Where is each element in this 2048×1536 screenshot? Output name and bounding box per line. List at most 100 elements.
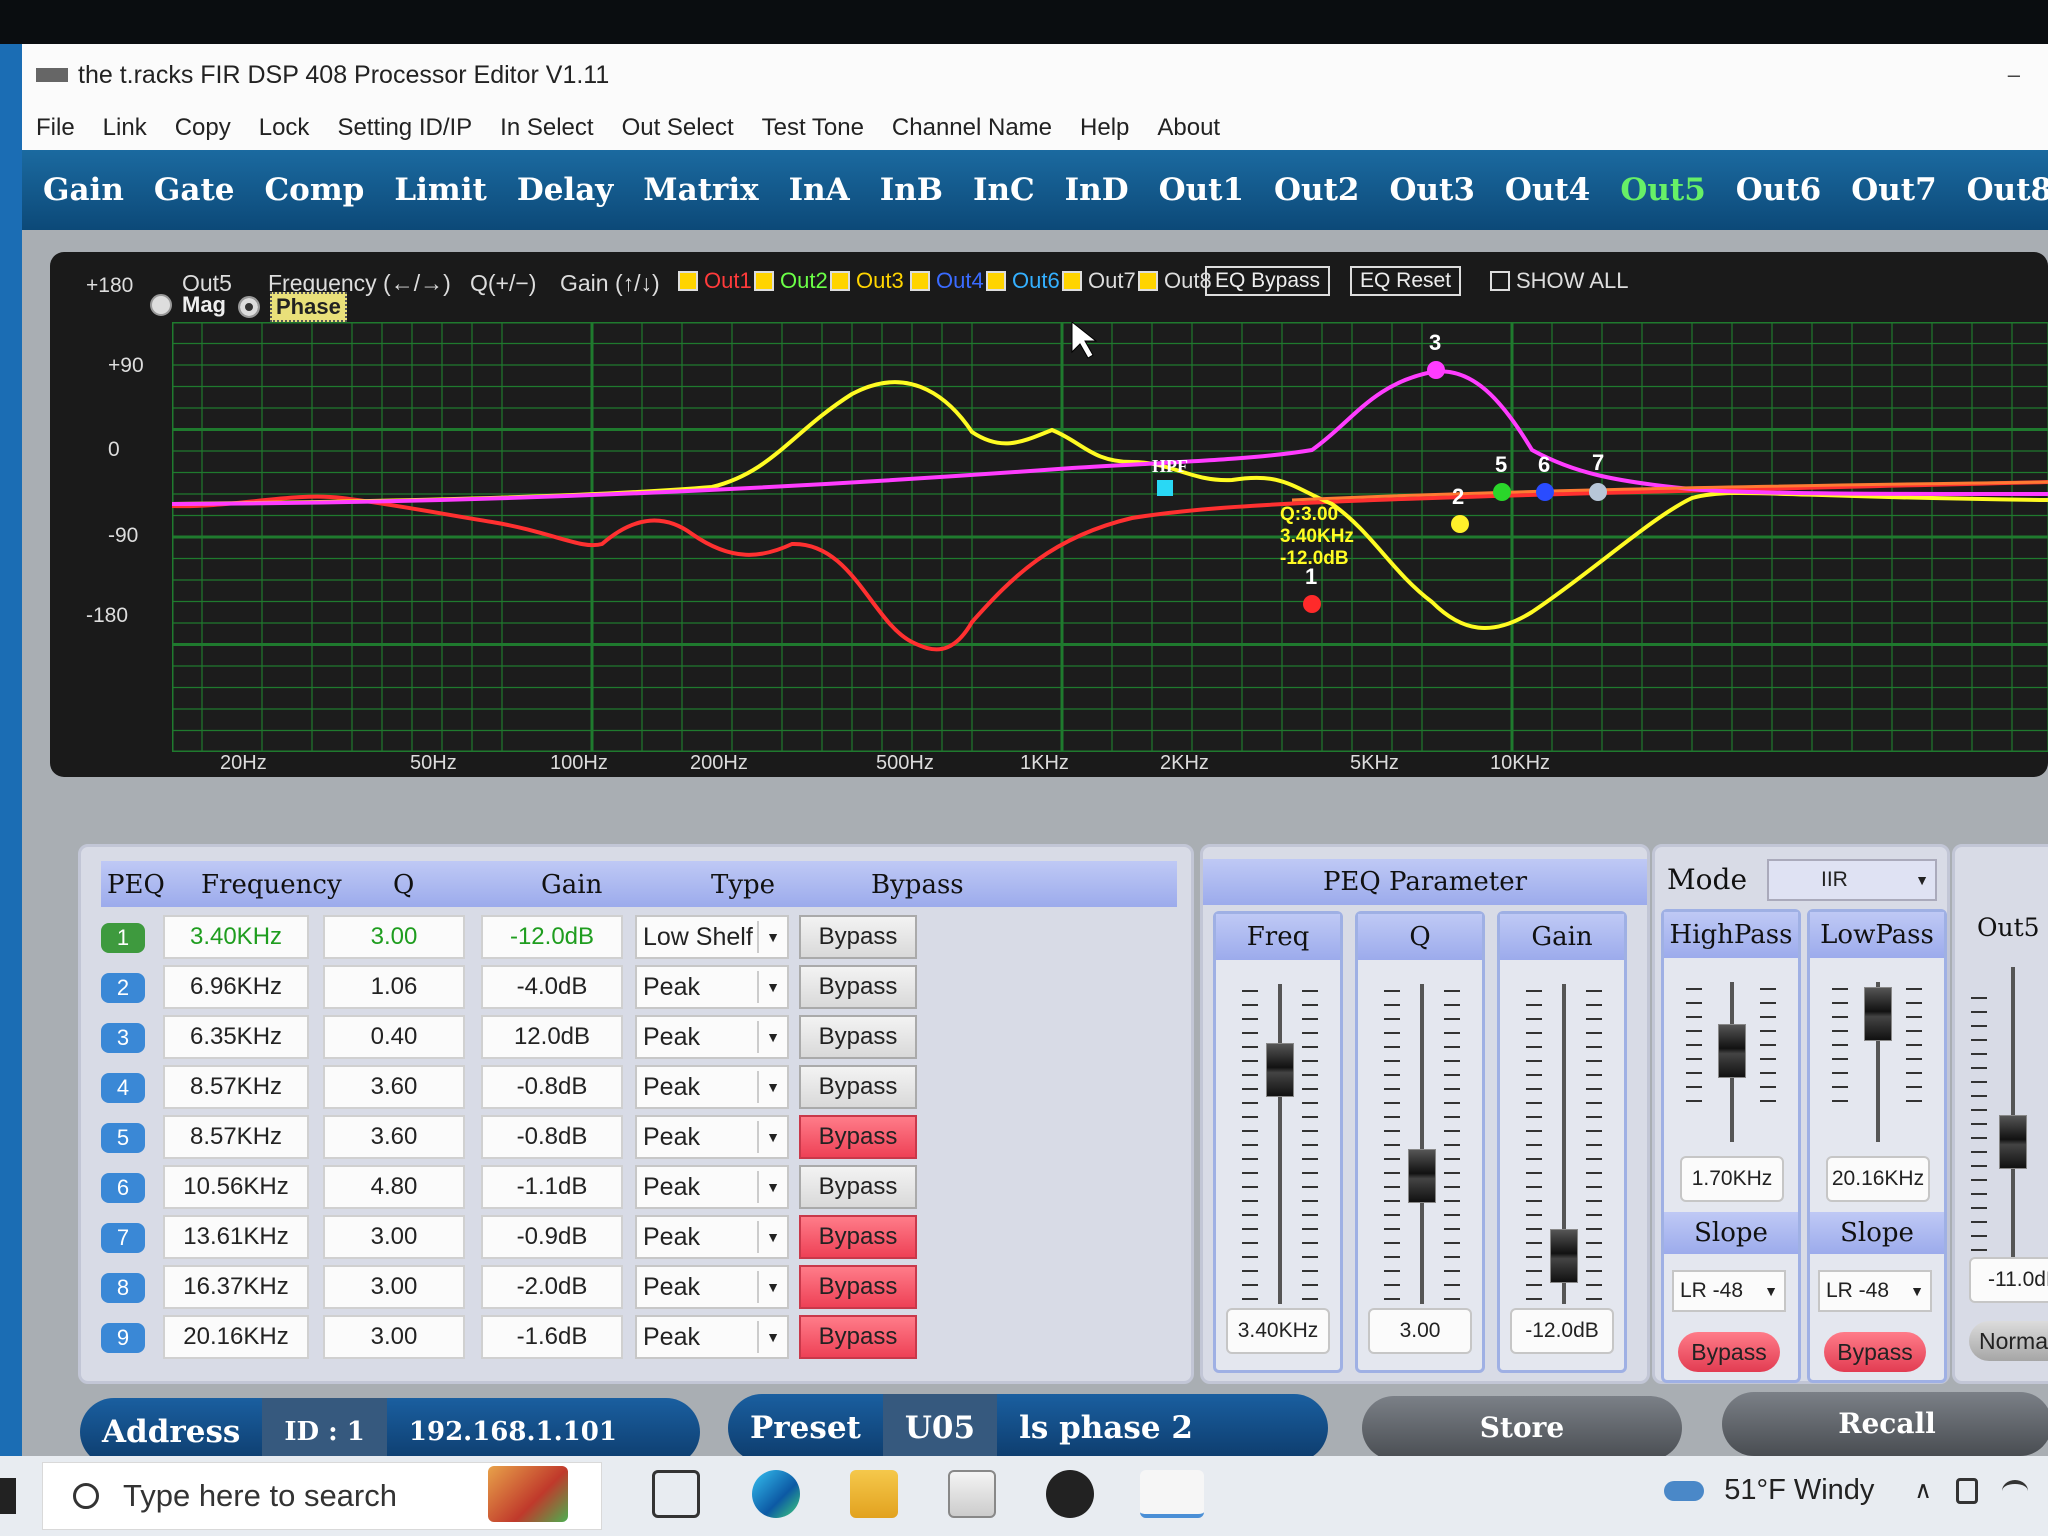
peq-band-number[interactable]: 7	[101, 1223, 145, 1253]
peq-band-number[interactable]: 9	[101, 1323, 145, 1353]
peq-q-field[interactable]: 1.06	[323, 965, 465, 1009]
eq-bypass-button[interactable]: EQ Bypass	[1205, 266, 1331, 296]
peq-q-field[interactable]: 3.60	[323, 1115, 465, 1159]
eq-graph[interactable]: Out5 Frequency (←/→) Q(+/−) Gain (↑/↓) O…	[50, 252, 2048, 777]
peq-row[interactable]: 8 16.37KHz 3.00 -2.0dB Peak ▼ Bypass	[101, 1265, 1191, 1311]
gain-value[interactable]: -12.0dB	[1510, 1308, 1614, 1354]
file-explorer-icon[interactable]	[850, 1470, 898, 1518]
peq-row[interactable]: 7 13.61KHz 3.00 -0.9dB Peak ▼ Bypass	[101, 1215, 1191, 1261]
gain-fader-knob[interactable]	[1550, 1228, 1578, 1283]
peq-frequency-field[interactable]: 16.37KHz	[163, 1265, 309, 1309]
hpf-marker-icon[interactable]	[1157, 480, 1173, 496]
peq-bypass-button[interactable]: Bypass	[799, 1265, 917, 1309]
tab-out1[interactable]: Out1	[1144, 172, 1259, 208]
menu-item-10[interactable]: About	[1157, 114, 1220, 142]
tab-out6[interactable]: Out6	[1721, 172, 1836, 208]
peq-band-number[interactable]: 5	[101, 1123, 145, 1153]
q-value[interactable]: 3.00	[1368, 1308, 1472, 1354]
hp-bypass-button[interactable]: Bypass	[1678, 1332, 1780, 1372]
recall-button[interactable]: Recall	[1722, 1392, 2048, 1456]
store-button[interactable]: Store	[1362, 1396, 1682, 1460]
tab-out7[interactable]: Out7	[1836, 172, 1951, 208]
channel-checkbox-out2[interactable]: Out2	[754, 268, 828, 294]
app-icon-dark[interactable]	[1046, 1470, 1094, 1518]
peq-row[interactable]: 4 8.57KHz 3.60 -0.8dB Peak ▼ Bypass	[101, 1065, 1191, 1111]
peq-frequency-field[interactable]: 8.57KHz	[163, 1065, 309, 1109]
peq-bypass-button[interactable]: Bypass	[799, 915, 917, 959]
peq-q-field[interactable]: 3.00	[323, 1265, 465, 1309]
menu-item-5[interactable]: In Select	[500, 114, 593, 142]
freq-fader-knob[interactable]	[1266, 1042, 1294, 1097]
peq-frequency-field[interactable]: 10.56KHz	[163, 1165, 309, 1209]
tab-matrix[interactable]: Matrix	[628, 172, 773, 208]
menu-item-0[interactable]: File	[36, 114, 75, 142]
menu-item-1[interactable]: Link	[103, 114, 147, 142]
peq-q-field[interactable]: 3.00	[323, 1315, 465, 1359]
peq-gain-field[interactable]: -1.6dB	[481, 1315, 623, 1359]
peq-gain-field[interactable]: -0.8dB	[481, 1065, 623, 1109]
peq-q-field[interactable]: 3.60	[323, 1065, 465, 1109]
peq-bypass-button[interactable]: Bypass	[799, 1215, 917, 1259]
tab-limit[interactable]: Limit	[379, 172, 501, 208]
task-view-icon[interactable]	[652, 1470, 700, 1518]
tab-gain[interactable]: Gain	[28, 172, 139, 208]
edge-browser-icon[interactable]	[752, 1470, 800, 1518]
peq-q-field[interactable]: 0.40	[323, 1015, 465, 1059]
phase-radio[interactable]: Phase	[238, 292, 347, 322]
peq-marker-7[interactable]	[1589, 483, 1607, 501]
preset-slot[interactable]: U05	[882, 1394, 998, 1462]
peq-band-number[interactable]: 6	[101, 1173, 145, 1203]
peq-row[interactable]: 2 6.96KHz 1.06 -4.0dB Peak ▼ Bypass	[101, 965, 1191, 1011]
menu-item-8[interactable]: Channel Name	[892, 114, 1052, 142]
peq-bypass-button[interactable]: Bypass	[799, 965, 917, 1009]
peq-band-number[interactable]: 2	[101, 973, 145, 1003]
peq-bypass-button[interactable]: Bypass	[799, 1315, 917, 1359]
weather-text[interactable]: 51°F Windy	[1724, 1474, 1874, 1507]
peq-frequency-field[interactable]: 6.96KHz	[163, 965, 309, 1009]
peq-gain-field[interactable]: -2.0dB	[481, 1265, 623, 1309]
tab-comp[interactable]: Comp	[250, 172, 380, 208]
graph-plot[interactable]: HPF Q:3.00 3.40KHz -12.0dB 1 2 3 5 6 7	[172, 322, 2048, 752]
peq-marker-6[interactable]	[1536, 483, 1554, 501]
freq-fader[interactable]: Freq 3.40KHz	[1213, 911, 1343, 1373]
peq-type-select[interactable]: Peak ▼	[635, 1165, 789, 1209]
peq-type-select[interactable]: Peak ▼	[635, 1065, 789, 1109]
peq-frequency-field[interactable]: 3.40KHz	[163, 915, 309, 959]
menu-item-9[interactable]: Help	[1080, 114, 1129, 142]
start-icon[interactable]	[0, 1478, 16, 1514]
peq-band-number[interactable]: 8	[101, 1273, 145, 1303]
menu-item-2[interactable]: Copy	[175, 114, 231, 142]
peq-marker-2[interactable]	[1451, 515, 1469, 533]
tab-out3[interactable]: Out3	[1374, 172, 1489, 208]
highpass-value[interactable]: 1.70KHz	[1680, 1156, 1784, 1202]
channel-checkbox-out3[interactable]: Out3	[830, 268, 904, 294]
peq-frequency-field[interactable]: 6.35KHz	[163, 1015, 309, 1059]
channel-checkbox-out6[interactable]: Out6	[986, 268, 1060, 294]
peq-band-number[interactable]: 3	[101, 1023, 145, 1053]
peq-type-select[interactable]: Peak ▼	[635, 1215, 789, 1259]
tab-inb[interactable]: InB	[865, 172, 958, 208]
wifi-icon[interactable]	[2002, 1479, 2028, 1502]
peq-bypass-button[interactable]: Bypass	[799, 1065, 917, 1109]
peq-row[interactable]: 9 20.16KHz 3.00 -1.6dB Peak ▼ Bypass	[101, 1315, 1191, 1361]
freq-value[interactable]: 3.40KHz	[1226, 1308, 1330, 1354]
peq-row[interactable]: 1 3.40KHz 3.00 -12.0dB Low Shelf ▼ Bypass	[101, 915, 1191, 961]
peq-row[interactable]: 5 8.57KHz 3.60 -0.8dB Peak ▼ Bypass	[101, 1115, 1191, 1161]
channel-checkbox-out4[interactable]: Out4	[910, 268, 984, 294]
gain-fader[interactable]: Gain -12.0dB	[1497, 911, 1627, 1373]
peq-marker-3[interactable]	[1427, 361, 1445, 379]
peq-frequency-field[interactable]: 8.57KHz	[163, 1115, 309, 1159]
tab-out8[interactable]: Out8	[1952, 172, 2048, 208]
channel-checkbox-out7[interactable]: Out7	[1062, 268, 1136, 294]
peq-type-select[interactable]: Peak ▼	[635, 1015, 789, 1059]
menu-item-3[interactable]: Lock	[259, 114, 310, 142]
peq-q-field[interactable]: 3.00	[323, 915, 465, 959]
tab-inc[interactable]: InC	[958, 172, 1050, 208]
mag-radio[interactable]: Mag	[150, 292, 226, 318]
peq-gain-field[interactable]: -0.9dB	[481, 1215, 623, 1259]
tab-gate[interactable]: Gate	[139, 172, 250, 208]
tab-delay[interactable]: Delay	[502, 172, 628, 208]
peq-bypass-button[interactable]: Bypass	[799, 1115, 917, 1159]
mode-select[interactable]: IIR ▼	[1767, 859, 1937, 901]
peq-marker-1[interactable]	[1303, 595, 1321, 613]
